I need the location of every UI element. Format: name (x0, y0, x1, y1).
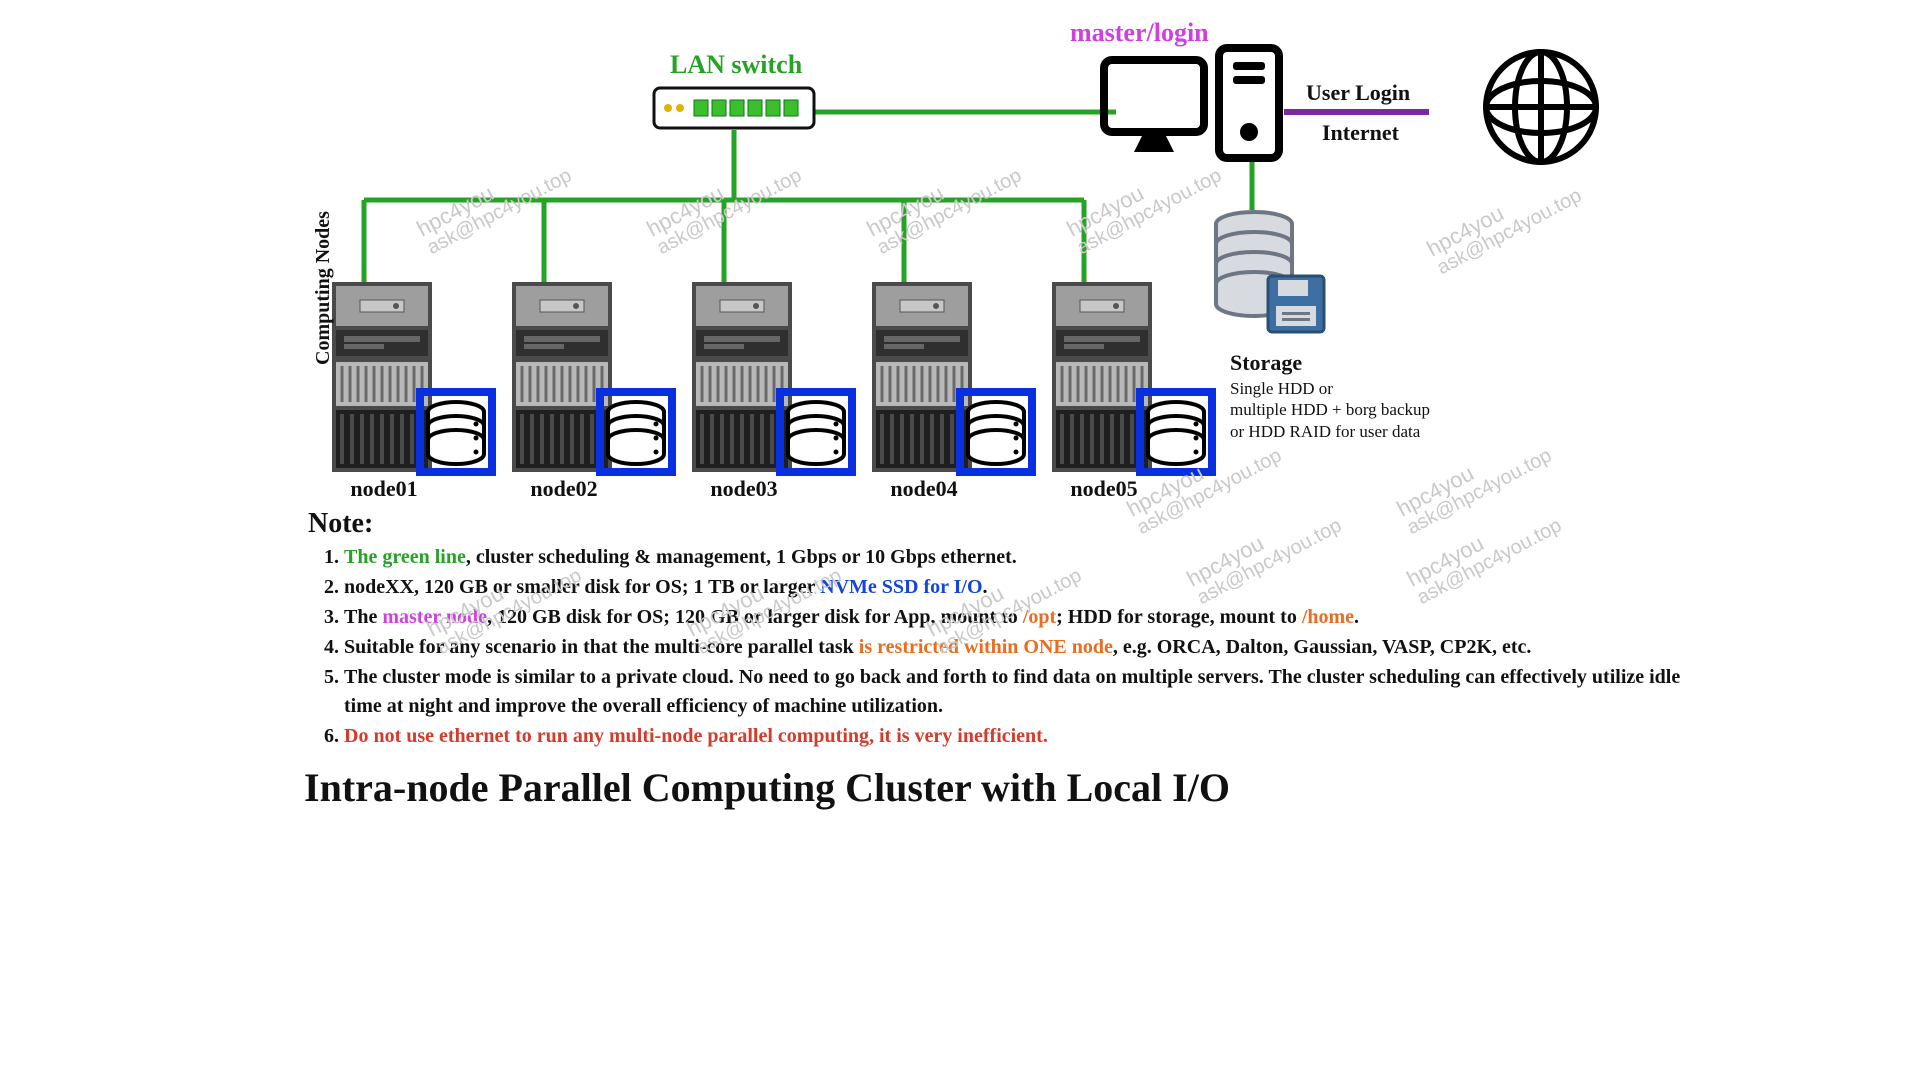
node03-label: node03 (664, 476, 824, 502)
lan-switch-label: LAN switch (670, 50, 802, 80)
storage-title: Storage (1230, 350, 1302, 376)
node02-icon (512, 282, 672, 472)
node03-icon (692, 282, 852, 472)
storage-description: Single HDD or multiple HDD + borg backup… (1230, 378, 1490, 442)
node02-label: node02 (484, 476, 644, 502)
storage-icon (1216, 212, 1324, 332)
node04-icon (872, 282, 1032, 472)
master-monitor-icon (1104, 60, 1204, 152)
diagram-title: Intra-node Parallel Computing Cluster wi… (304, 764, 1230, 811)
node04-label: node04 (844, 476, 1004, 502)
note-item: nodeXX, 120 GB or smaller disk for OS; 1… (344, 573, 1684, 602)
note-item: The cluster mode is similar to a private… (344, 663, 1684, 721)
notes-list: The green line, cluster scheduling & man… (318, 542, 1684, 752)
node05-label: node05 (1024, 476, 1184, 502)
note-item: The master node, 120 GB disk for OS; 120… (344, 603, 1684, 632)
note-item: Do not use ethernet to run any multi-nod… (344, 722, 1684, 751)
node01-icon (332, 282, 492, 472)
note-item: Suitable for any scenario in that the mu… (344, 633, 1684, 662)
computing-nodes-axis-label: Computing Nodes (312, 211, 335, 365)
lan-switch-icon (654, 88, 814, 128)
node05-icon (1052, 282, 1212, 472)
master-tower-icon (1219, 48, 1279, 158)
user-login-label: User Login (1306, 80, 1410, 106)
note-item: The green line, cluster scheduling & man… (344, 543, 1684, 572)
diagram-stage: LAN switch master/login User Login Inter… (224, 0, 1696, 832)
master-login-label: master/login (1070, 18, 1209, 48)
notes-heading: Note: (308, 508, 373, 540)
green-network-lines (364, 112, 1252, 282)
globe-icon (1486, 52, 1596, 162)
internet-label: Internet (1322, 120, 1399, 146)
node01-label: node01 (304, 476, 464, 502)
